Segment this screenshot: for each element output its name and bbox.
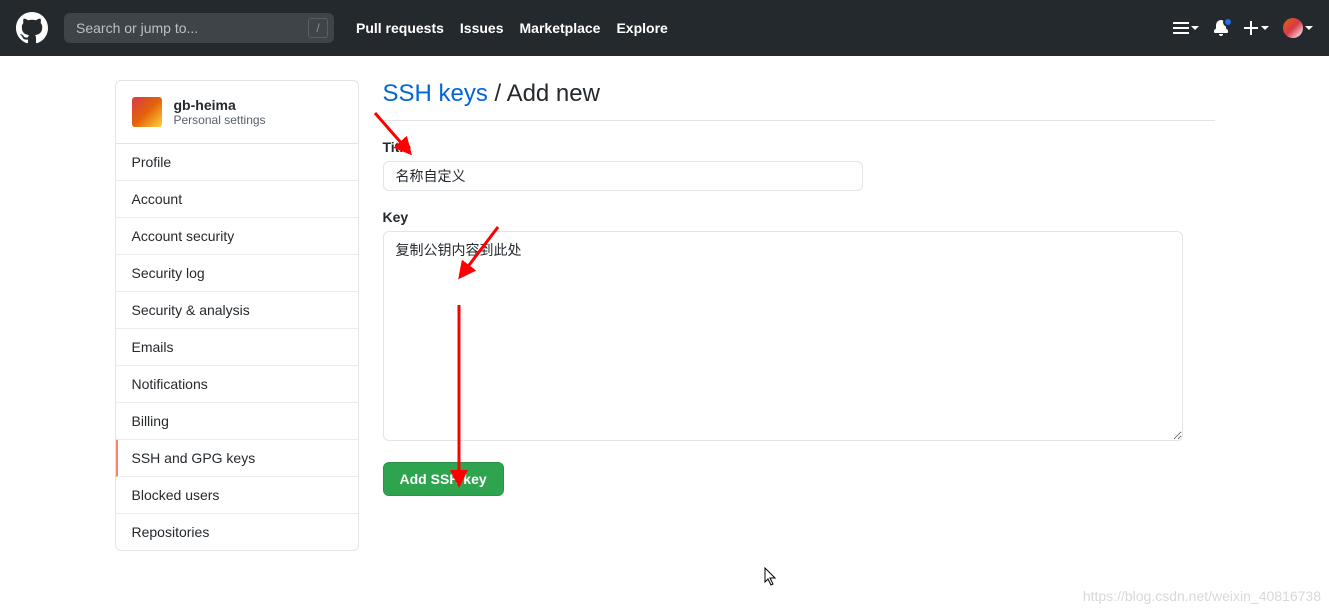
title-field-group: Title — [383, 139, 1215, 191]
nav-explore[interactable]: Explore — [616, 20, 667, 36]
sidebar-avatar-icon — [132, 97, 162, 127]
key-field-group: Key 复制公钥内容到此处 — [383, 209, 1215, 446]
nav-pull-requests[interactable]: Pull requests — [356, 20, 444, 36]
settings-container: gb-heima Personal settings Profile Accou… — [115, 56, 1215, 551]
add-ssh-key-button[interactable]: Add SSH key — [383, 462, 504, 496]
mouse-cursor-icon — [764, 567, 780, 587]
title-label: Title — [383, 139, 1215, 155]
search-input[interactable] — [76, 20, 322, 36]
global-header: / Pull requests Issues Marketplace Explo… — [0, 0, 1329, 56]
page-title-current: Add new — [507, 80, 600, 107]
github-logo[interactable] — [16, 12, 48, 44]
create-new-dropdown[interactable] — [1243, 20, 1269, 36]
slash-key-icon: / — [308, 18, 328, 38]
nav-issues[interactable]: Issues — [460, 20, 504, 36]
sidebar-username: gb-heima — [174, 97, 266, 113]
watermark-text: https://blog.csdn.net/weixin_40816738 — [1083, 588, 1321, 604]
sidebar-item-repositories[interactable]: Repositories — [116, 514, 358, 550]
notification-dot-icon — [1223, 17, 1233, 27]
nav-marketplace[interactable]: Marketplace — [520, 20, 601, 36]
search-box[interactable]: / — [64, 13, 334, 43]
sidebar-item-billing[interactable]: Billing — [116, 403, 358, 440]
sidebar-header: gb-heima Personal settings — [116, 81, 358, 144]
sidebar-item-ssh-gpg-keys[interactable]: SSH and GPG keys — [116, 440, 358, 477]
sidebar-item-blocked-users[interactable]: Blocked users — [116, 477, 358, 514]
user-menu-dropdown[interactable] — [1283, 18, 1313, 38]
sidebar-item-account-security[interactable]: Account security — [116, 218, 358, 255]
avatar-icon — [1283, 18, 1303, 38]
sidebar-item-emails[interactable]: Emails — [116, 329, 358, 366]
key-textarea[interactable]: 复制公钥内容到此处 — [383, 231, 1183, 441]
sidebar-subtitle: Personal settings — [174, 113, 266, 127]
page-title-separator: / — [488, 80, 507, 107]
title-input[interactable] — [383, 161, 863, 191]
menu-dropdown[interactable] — [1173, 22, 1199, 34]
key-label: Key — [383, 209, 1215, 225]
notifications-icon[interactable] — [1213, 20, 1229, 36]
page-title: SSH keys / Add new — [383, 80, 1215, 121]
sidebar-item-notifications[interactable]: Notifications — [116, 366, 358, 403]
sidebar-item-security-log[interactable]: Security log — [116, 255, 358, 292]
settings-sidebar: gb-heima Personal settings Profile Accou… — [115, 80, 359, 551]
main-content: SSH keys / Add new Title Key 复制公钥内容到此处 A… — [359, 80, 1215, 551]
sidebar-item-security-analysis[interactable]: Security & analysis — [116, 292, 358, 329]
sidebar-item-profile[interactable]: Profile — [116, 144, 358, 181]
primary-nav: Pull requests Issues Marketplace Explore — [356, 20, 668, 36]
page-title-link[interactable]: SSH keys — [383, 80, 488, 107]
header-right — [1173, 18, 1313, 38]
sidebar-item-account[interactable]: Account — [116, 181, 358, 218]
